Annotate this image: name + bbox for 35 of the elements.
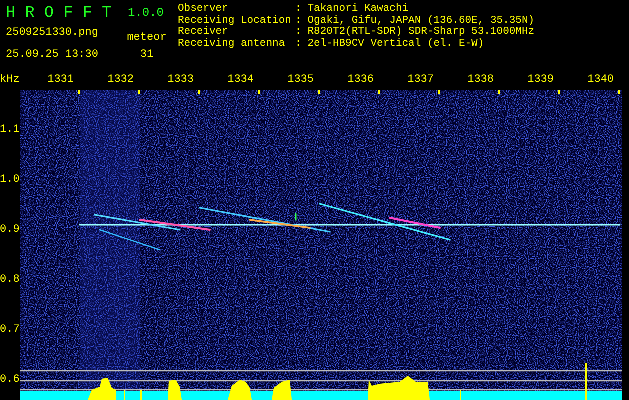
separator-colon: : <box>294 16 303 27</box>
info-label: Receiving antenna <box>178 38 286 50</box>
app-title: H R O F F T <box>6 4 113 22</box>
info-value: Ogaki, Gifu, JAPAN (136.60E, 35.35N) <box>308 16 535 26</box>
count-label: meteor <box>127 32 167 44</box>
frequency-tick-label: 0.7 <box>0 323 20 338</box>
info-value: 2el-HB9CV Vertical (el. E-W) <box>308 38 486 50</box>
file-name: 2509251330.png <box>6 27 100 39</box>
frequency-tick-label: 1.0 <box>0 173 20 188</box>
meteor-count: 31 <box>140 49 154 61</box>
time-tick-label: 1332 <box>106 74 135 88</box>
axis-unit: kHz <box>0 74 19 88</box>
info-value: Takanori Kawachi <box>308 4 410 15</box>
time-tick-label: 1340 <box>586 74 615 88</box>
frequency-tick-label: 0.6 <box>0 373 20 388</box>
time-tick-label: 1333 <box>166 74 195 88</box>
separator-colon: : <box>294 4 303 16</box>
time-tick-label: 1335 <box>286 74 315 88</box>
time-tick-label: 1336 <box>346 74 375 88</box>
frequency-tick-label: 1.1 <box>0 123 20 138</box>
time-tick-label: 1338 <box>466 74 495 88</box>
time-tick-label: 1337 <box>406 74 435 88</box>
separator-colon: : <box>294 27 303 38</box>
info-label: Receiving Location <box>178 16 292 26</box>
time-tick-label: 1331 <box>46 74 75 88</box>
info-label: Observer <box>178 4 230 15</box>
time-tick-label: 1334 <box>226 74 255 88</box>
frequency-tick-label: 0.9 <box>0 223 20 238</box>
version-label: 1.0.0 <box>127 6 166 20</box>
frequency-tick-label: 0.8 <box>0 273 20 288</box>
time-tick-label: 1339 <box>526 74 555 88</box>
info-label: Receiver <box>178 27 230 38</box>
separator-colon: : <box>294 38 303 50</box>
date-time: 25.09.25 13:30 <box>6 49 100 61</box>
info-value: R820T2(RTL-SDR) SDR-Sharp 53.1000MHz <box>308 27 535 38</box>
